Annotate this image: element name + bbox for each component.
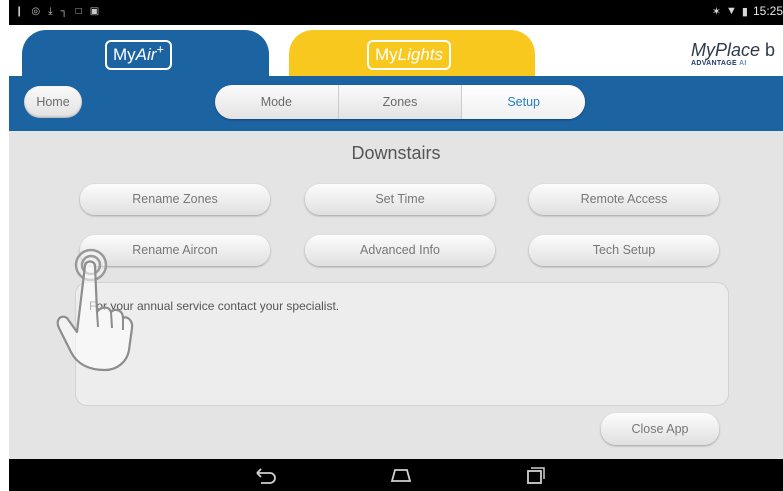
tab-mode[interactable]: Mode [215, 85, 339, 119]
bluetooth-icon: ✶ [711, 5, 722, 18]
status-bar: ❙ ◎ ⤓ ┐ □ ▣ ✶ ▼ ▮ 15:25 [9, 0, 783, 25]
myair-logo-my: My [113, 45, 136, 64]
alarm-icon: ◎ [31, 6, 41, 17]
remote-access-button[interactable]: Remote Access [529, 184, 719, 215]
app-screen: ❙ ◎ ⤓ ┐ □ ▣ ✶ ▼ ▮ 15:25 MyAir+ MyLights … [9, 0, 783, 491]
brand-main: MyPlace [691, 40, 761, 60]
myair-logo: MyAir+ [105, 40, 173, 70]
tap-gesture-hand-icon [56, 248, 134, 372]
battery-icon: ▮ [741, 5, 748, 18]
tab-myair[interactable]: MyAir+ [22, 30, 269, 78]
tab-zones[interactable]: Zones [339, 85, 463, 119]
download-icon: ⤓ [48, 6, 53, 17]
home-icon[interactable] [386, 463, 416, 487]
mode-segmented-control: Mode Zones Setup [215, 85, 585, 119]
advanced-info-button[interactable]: Advanced Info [305, 235, 495, 266]
tech-setup-button[interactable]: Tech Setup [529, 235, 719, 266]
tab-mylights[interactable]: MyLights [289, 30, 535, 78]
nav-bar: Home Mode Zones Setup [9, 76, 783, 131]
brand-logo: MyPlace b ADVANTAGE AI [691, 40, 783, 67]
brand-sub-main: ADVANTAGE [691, 60, 737, 67]
mylights-logo-name: Lights [397, 45, 444, 64]
status-icons-right: ✶ ▼ ▮ 15:25 [712, 4, 783, 18]
mylights-logo: MyLights [367, 40, 452, 70]
notification-icon: ❙ [15, 6, 24, 17]
app-header: MyAir+ MyLights MyPlace b ADVANTAGE AI [9, 25, 783, 78]
rename-zones-button[interactable]: Rename Zones [80, 184, 270, 215]
image-icon: ▣ [89, 6, 100, 17]
recents-icon[interactable] [519, 463, 549, 487]
status-time: 15:25 [752, 4, 783, 18]
brand-subtitle: ADVANTAGE AI [691, 60, 783, 67]
signal-icon: ┐ [60, 6, 68, 17]
wifi-icon: ▼ [726, 5, 737, 17]
status-icons-left: ❙ ◎ ⤓ ┐ □ ▣ [15, 5, 99, 19]
cast-icon: □ [75, 6, 82, 17]
home-button[interactable]: Home [24, 86, 82, 118]
tab-setup[interactable]: Setup [462, 85, 585, 119]
myair-logo-name: Air [135, 45, 157, 64]
mylights-logo-my: My [375, 45, 398, 64]
close-app-button[interactable]: Close App [601, 413, 719, 445]
myair-logo-plus: + [156, 41, 165, 57]
service-info-panel: For your annual service contact your spe… [75, 282, 729, 406]
brand-title: MyPlace b [691, 40, 783, 60]
brand-suffix: b [765, 40, 776, 60]
brand-sub-rest: AI [739, 60, 747, 67]
back-icon[interactable] [250, 463, 280, 487]
page-title: Downstairs [351, 143, 441, 163]
set-time-button[interactable]: Set Time [305, 184, 495, 215]
android-nav-bar [9, 459, 783, 491]
